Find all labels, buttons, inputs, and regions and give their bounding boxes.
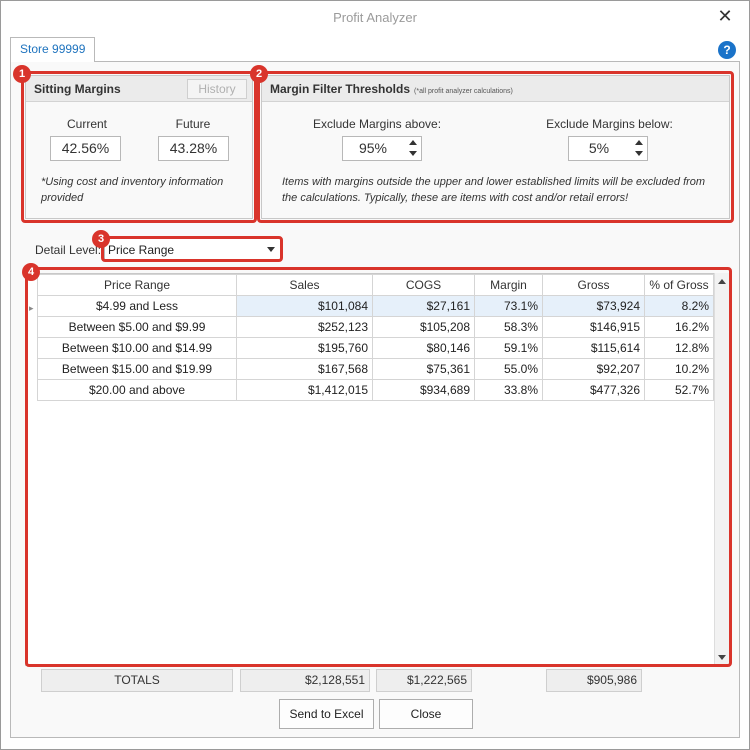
table-cell[interactable]: $92,207 [542, 358, 645, 380]
exclude-above-stepper[interactable]: 95% [342, 136, 422, 161]
table-cell[interactable]: $27,161 [372, 295, 475, 317]
future-label: Future [175, 117, 211, 131]
callout-badge: 3 [92, 230, 110, 248]
current-margin-value: 42.56% [50, 136, 121, 161]
close-button[interactable]: Close [379, 699, 473, 729]
table-cell[interactable]: 52.7% [644, 379, 714, 401]
table-cell[interactable]: $115,614 [542, 337, 645, 359]
margin-filter-note: Items with margins outside the upper and… [282, 176, 706, 204]
history-button[interactable]: History [187, 79, 247, 99]
table-cell[interactable]: 33.8% [474, 379, 543, 401]
column-header[interactable]: % of Gross [644, 274, 714, 296]
close-icon[interactable]: ✕ [715, 6, 735, 26]
stepper-down-icon[interactable] [635, 151, 643, 156]
title-bar: Profit Analyzer ✕ [1, 1, 749, 33]
sitting-margins-title: Sitting Margins [34, 82, 121, 96]
totals-label: TOTALS [41, 669, 233, 692]
sitting-margins-header: Sitting Margins History [26, 76, 252, 102]
table-cell[interactable]: $934,689 [372, 379, 475, 401]
grid-scrollbar[interactable] [714, 273, 730, 666]
current-row-indicator: ▸ [29, 303, 34, 313]
stepper-up-icon[interactable] [635, 140, 643, 145]
detail-level-select[interactable]: Price Range [104, 238, 281, 260]
table-row[interactable]: Between $15.00 and $19.99 $167,568 $75,3… [37, 358, 714, 380]
callout-badge: 1 [13, 65, 31, 83]
exclude-above-label: Exclude Margins above: [312, 117, 442, 131]
margin-filter-header: Margin Filter Thresholds (*all profit ana… [262, 76, 729, 102]
table-cell[interactable]: $80,146 [372, 337, 475, 359]
totals-sales: $2,128,551 [240, 669, 370, 692]
table-cell[interactable]: 10.2% [644, 358, 714, 380]
table-cell[interactable]: 8.2% [644, 295, 714, 317]
exclude-below-label: Exclude Margins below: [546, 117, 673, 131]
totals-gross: $905,986 [546, 669, 642, 692]
margin-filter-title: Margin Filter Thresholds (*all profit ana… [270, 82, 513, 96]
table-cell[interactable]: $101,084 [236, 295, 373, 317]
detail-level-label: Detail Level: [35, 243, 102, 257]
current-label: Current [66, 117, 107, 131]
margin-filter-title-text: Margin Filter Thresholds [270, 82, 411, 96]
detail-level-value[interactable]: Price Range [108, 243, 174, 257]
table-cell[interactable]: $75,361 [372, 358, 475, 380]
table-cell[interactable]: $1,412,015 [236, 379, 373, 401]
table-row[interactable]: Between $5.00 and $9.99 $252,123 $105,20… [37, 316, 714, 338]
table-cell[interactable]: 73.1% [474, 295, 543, 317]
margin-filter-subtitle: (*all profit analyzer calculations) [414, 88, 513, 95]
exclude-above-value[interactable]: 95% [343, 137, 403, 160]
scroll-up-icon[interactable] [718, 279, 726, 284]
table-cell[interactable]: 59.1% [474, 337, 543, 359]
table-row[interactable]: $4.99 and Less $101,084 $27,161 73.1% $7… [37, 295, 714, 317]
table-cell[interactable]: $195,760 [236, 337, 373, 359]
table-cell[interactable]: 58.3% [474, 316, 543, 338]
exclude-below-value[interactable]: 5% [569, 137, 629, 160]
table-cell[interactable]: 12.8% [644, 337, 714, 359]
margin-filter-panel: Margin Filter Thresholds (*all profit ana… [261, 75, 730, 219]
table-cell[interactable]: Between $10.00 and $14.99 [37, 337, 237, 359]
column-header[interactable]: Gross [542, 274, 645, 296]
table-cell[interactable]: $167,568 [236, 358, 373, 380]
table-cell[interactable]: $477,326 [542, 379, 645, 401]
callout-badge: 2 [250, 65, 268, 83]
results-grid[interactable]: ▸ Price Range Sales COGS Margin Gross % … [25, 273, 730, 666]
profit-analyzer-window: Profit Analyzer ✕ Store 99999 ? Sitting … [0, 0, 750, 750]
table-row[interactable]: Between $10.00 and $14.99 $195,760 $80,1… [37, 337, 714, 359]
help-icon[interactable]: ? [718, 41, 736, 59]
results-table: Price Range Sales COGS Margin Gross % of… [37, 274, 714, 401]
table-cell[interactable]: $146,915 [542, 316, 645, 338]
table-cell[interactable]: Between $15.00 and $19.99 [37, 358, 237, 380]
stepper-up-icon[interactable] [409, 140, 417, 145]
table-cell[interactable]: 55.0% [474, 358, 543, 380]
column-header[interactable]: COGS [372, 274, 475, 296]
column-header[interactable]: Margin [474, 274, 543, 296]
table-cell[interactable]: 16.2% [644, 316, 714, 338]
future-margin-value: 43.28% [158, 136, 229, 161]
totals-cogs: $1,222,565 [376, 669, 472, 692]
tab-store[interactable]: Store 99999 [10, 37, 96, 62]
stepper-down-icon[interactable] [409, 151, 417, 156]
table-cell[interactable]: $105,208 [372, 316, 475, 338]
column-header[interactable]: Sales [236, 274, 373, 296]
window-title: Profit Analyzer [333, 10, 417, 25]
grid-header-row: Price Range Sales COGS Margin Gross % of… [37, 274, 714, 296]
chevron-down-icon[interactable] [267, 247, 275, 252]
table-row[interactable]: $20.00 and above $1,412,015 $934,689 33.… [37, 379, 714, 401]
table-cell[interactable]: Between $5.00 and $9.99 [37, 316, 237, 338]
send-to-excel-button[interactable]: Send to Excel [279, 699, 374, 729]
column-header[interactable]: Price Range [37, 274, 237, 296]
sitting-margins-panel: Sitting Margins History Current Future 4… [25, 75, 253, 219]
scroll-down-icon[interactable] [718, 655, 726, 660]
table-cell[interactable]: $252,123 [236, 316, 373, 338]
table-cell[interactable]: $20.00 and above [37, 379, 237, 401]
exclude-below-stepper[interactable]: 5% [568, 136, 648, 161]
table-cell[interactable]: $4.99 and Less [37, 295, 237, 317]
callout-badge: 4 [22, 263, 40, 281]
sitting-margins-note: *Using cost and inventory information pr… [41, 176, 224, 204]
table-cell[interactable]: $73,924 [542, 295, 645, 317]
